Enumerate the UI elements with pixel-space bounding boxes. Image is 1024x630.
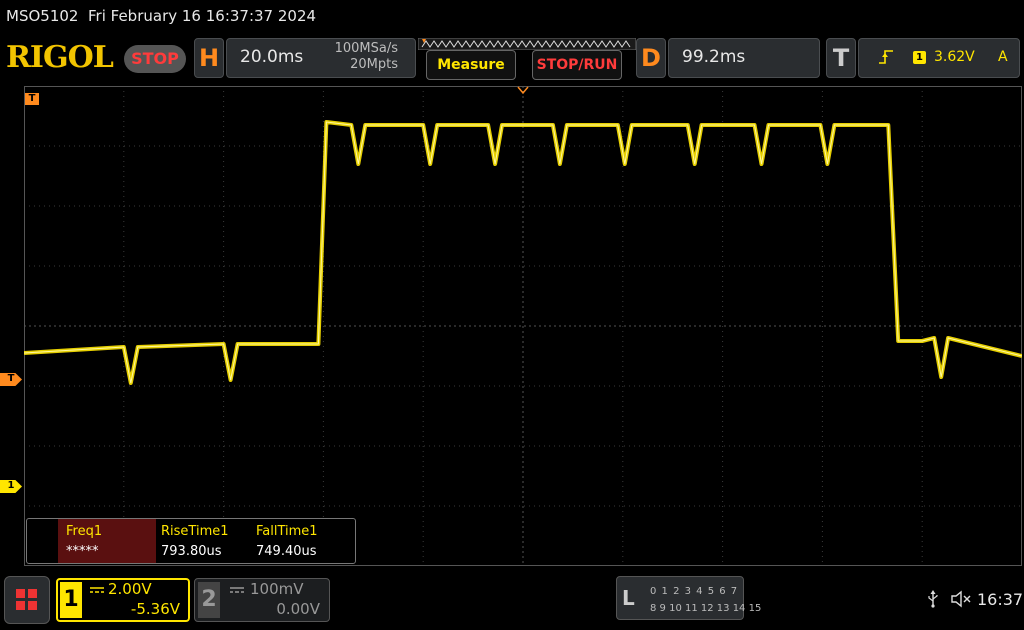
status-line: MSO5102 Fri February 16 16:37:37 2024 xyxy=(0,0,1024,34)
measure-button[interactable]: Measure xyxy=(426,50,516,80)
ch1-number: 1 xyxy=(60,582,82,618)
sample-rate: 100MSa/s xyxy=(334,41,398,56)
run-state-button[interactable]: STOP xyxy=(124,45,186,73)
ch2-number: 2 xyxy=(198,582,220,618)
grid-menu-icon xyxy=(16,589,37,610)
measurement-value: 749.40us xyxy=(256,544,317,559)
rigol-logo: RIGOL xyxy=(6,40,114,75)
trigger-level-marker[interactable]: T xyxy=(0,373,22,386)
model-name: MSO5102 xyxy=(6,7,79,25)
ch1-scale: 2.00V xyxy=(108,580,152,598)
waveform-display[interactable] xyxy=(24,86,1022,566)
horizontal-menu-button[interactable]: H xyxy=(194,38,224,78)
trigger-mode: A xyxy=(998,49,1008,65)
timebase-value: 20.0ms xyxy=(240,47,304,67)
dc-coupling-icon xyxy=(230,587,244,593)
delay-value: 99.2ms xyxy=(682,47,746,67)
stop-run-button[interactable]: STOP/RUN xyxy=(532,50,622,80)
clock: 16:37 xyxy=(977,590,1024,609)
datetime: Fri February 16 16:37:37 2024 xyxy=(88,7,317,25)
trigger-menu-button[interactable]: T xyxy=(826,38,856,78)
ch1-offset: -5.36V xyxy=(130,600,180,618)
sound-muted-icon[interactable] xyxy=(950,590,972,608)
trigger-position-icon xyxy=(517,86,529,95)
delay-menu-button[interactable]: D xyxy=(636,38,666,78)
trigger-level: 3.62V xyxy=(934,49,975,65)
main-menu-button[interactable] xyxy=(4,576,50,624)
logic-channels-row1: 0 1 2 3 4 5 6 7 xyxy=(650,586,739,597)
ch2-scale: 100mV xyxy=(250,580,304,598)
trigger-source-badge: 1 xyxy=(913,51,926,64)
trigger-time-marker[interactable]: T xyxy=(25,93,39,105)
logic-channels-row2: 8 9 10 11 12 13 14 15 xyxy=(650,603,762,614)
measurement-value: ***** xyxy=(66,544,99,559)
measurement-value: 793.80us xyxy=(161,544,222,559)
measurement-name: FallTime1 xyxy=(256,524,318,539)
measurement-name: RiseTime1 xyxy=(161,524,229,539)
usb-icon xyxy=(928,590,938,608)
memory-position-bar xyxy=(418,38,636,50)
ch1-ground-marker[interactable]: 1 xyxy=(0,480,22,493)
logic-analyzer-label: L xyxy=(622,586,635,610)
ch2-offset: 0.00V xyxy=(276,600,320,618)
memory-depth: 20Mpts xyxy=(350,57,398,72)
measurement-name: Freq1 xyxy=(66,524,103,539)
dc-coupling-icon xyxy=(90,587,104,593)
graticule xyxy=(24,86,1022,566)
rising-edge-icon xyxy=(879,50,893,64)
